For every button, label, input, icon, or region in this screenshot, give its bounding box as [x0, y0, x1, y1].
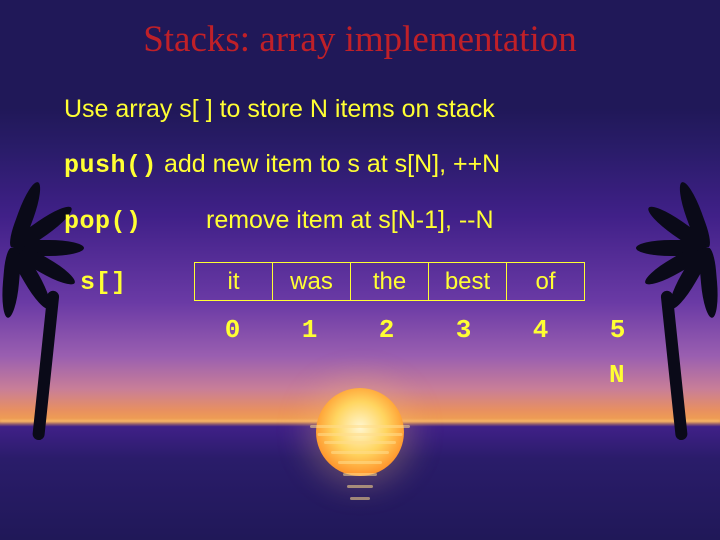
slide-content: Stacks: array implementation Use array s… — [0, 0, 720, 345]
index-label: 0 — [194, 315, 271, 345]
array-cell: was — [273, 263, 351, 301]
array-cell: it — [195, 263, 273, 301]
text-push: push() add new item to s at s[N], ++N — [64, 150, 656, 180]
code-push-fn: push() — [64, 151, 157, 180]
array-cell: the — [351, 263, 429, 301]
index-label: 4 — [502, 315, 579, 345]
text-use-array: Use array s[ ] to store N items on stack — [64, 95, 656, 124]
code-pop-fn: pop() — [64, 207, 184, 236]
index-label: 3 — [425, 315, 502, 345]
n-pointer-label: N — [609, 360, 625, 390]
array-cell: best — [429, 263, 507, 301]
index-label: 2 — [348, 315, 425, 345]
array-name-label: s[] — [80, 268, 127, 297]
text-pop: pop() remove item at s[N-1], --N — [64, 206, 656, 236]
text-pop-desc: remove item at s[N-1], --N — [206, 206, 494, 234]
page-title: Stacks: array implementation — [64, 18, 656, 61]
index-label: 5 — [579, 315, 656, 345]
text-push-desc: add new item to s at s[N], ++N — [157, 150, 500, 178]
index-label: 1 — [271, 315, 348, 345]
array-cell: of — [507, 263, 585, 301]
array-indices: 0 1 2 3 4 5 — [194, 315, 656, 345]
array-cells: it was the best of — [194, 262, 585, 301]
array-diagram: s[] it was the best of 0 1 2 3 4 5 N — [64, 262, 656, 345]
